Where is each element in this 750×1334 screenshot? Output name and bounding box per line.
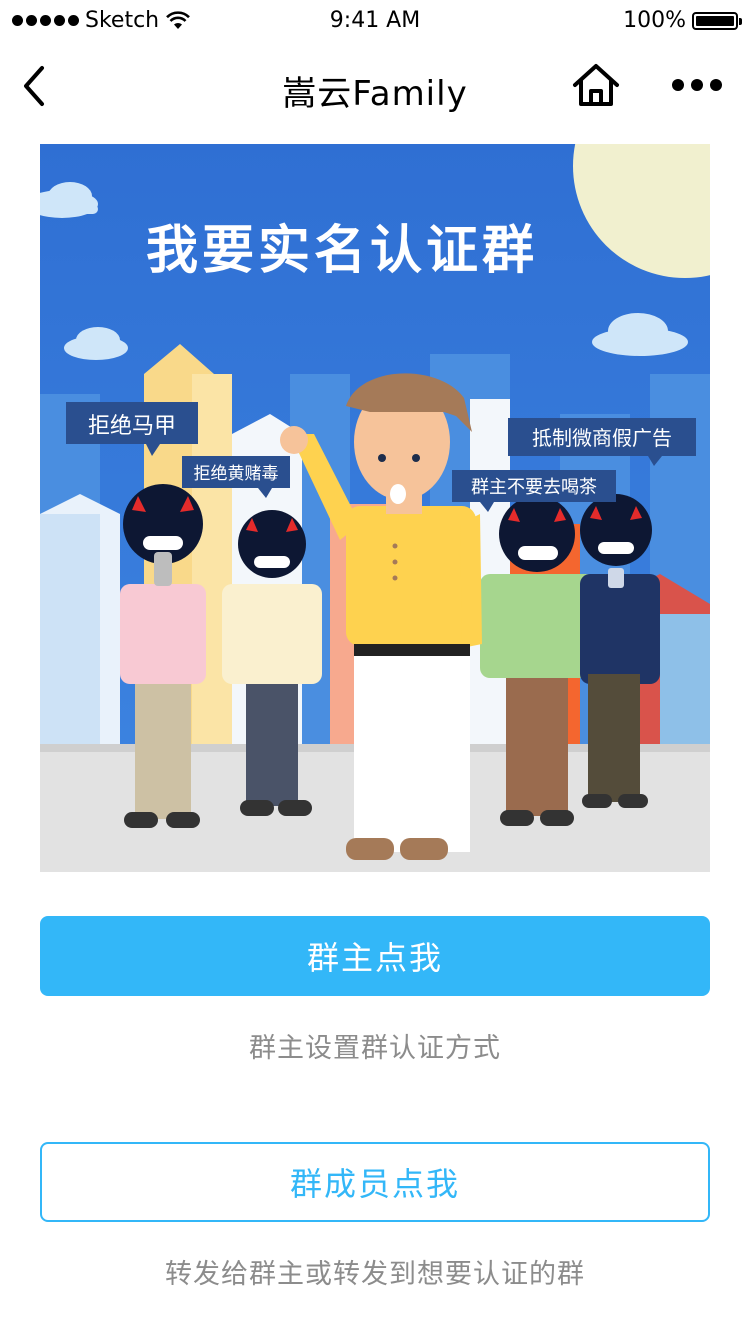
- member-description: 转发给群主或转发到想要认证的群: [165, 1259, 585, 1290]
- page-title: 嵩云Family: [282, 74, 468, 114]
- banner-illustration: 我要实名认证群 拒绝马甲 拒绝黄赌毒 抵制微商假广告 群主不要去喝茶: [40, 144, 710, 872]
- navigation-bar: 嵩云Family: [0, 44, 750, 132]
- owner-button[interactable]: 群主点我: [40, 916, 710, 996]
- battery-percent: 100%: [623, 8, 686, 33]
- banner-art: 我要实名认证群 拒绝马甲 拒绝黄赌毒 抵制微商假广告 群主不要去喝茶: [40, 144, 710, 872]
- battery-icon: [692, 11, 742, 30]
- status-bar: Sketch 9:41 AM 100%: [0, 0, 750, 44]
- building-white-left: [40, 494, 120, 744]
- more-button[interactable]: [668, 70, 726, 100]
- home-button[interactable]: [570, 60, 622, 112]
- home-icon: [573, 64, 619, 106]
- bubble-4-text: 群主不要去喝茶: [471, 477, 597, 498]
- bubble-3-text: 抵制微商假广告: [532, 426, 672, 450]
- owner-description: 群主设置群认证方式: [249, 1033, 501, 1064]
- more-dots-icon: [672, 79, 722, 91]
- bubble-1-text: 拒绝马甲: [88, 414, 176, 439]
- bubble-2-text: 拒绝黄赌毒: [194, 464, 279, 484]
- banner-headline: 我要实名认证群: [146, 221, 538, 281]
- member-button[interactable]: 群成员点我: [40, 1142, 710, 1222]
- status-right: 100%: [623, 8, 742, 33]
